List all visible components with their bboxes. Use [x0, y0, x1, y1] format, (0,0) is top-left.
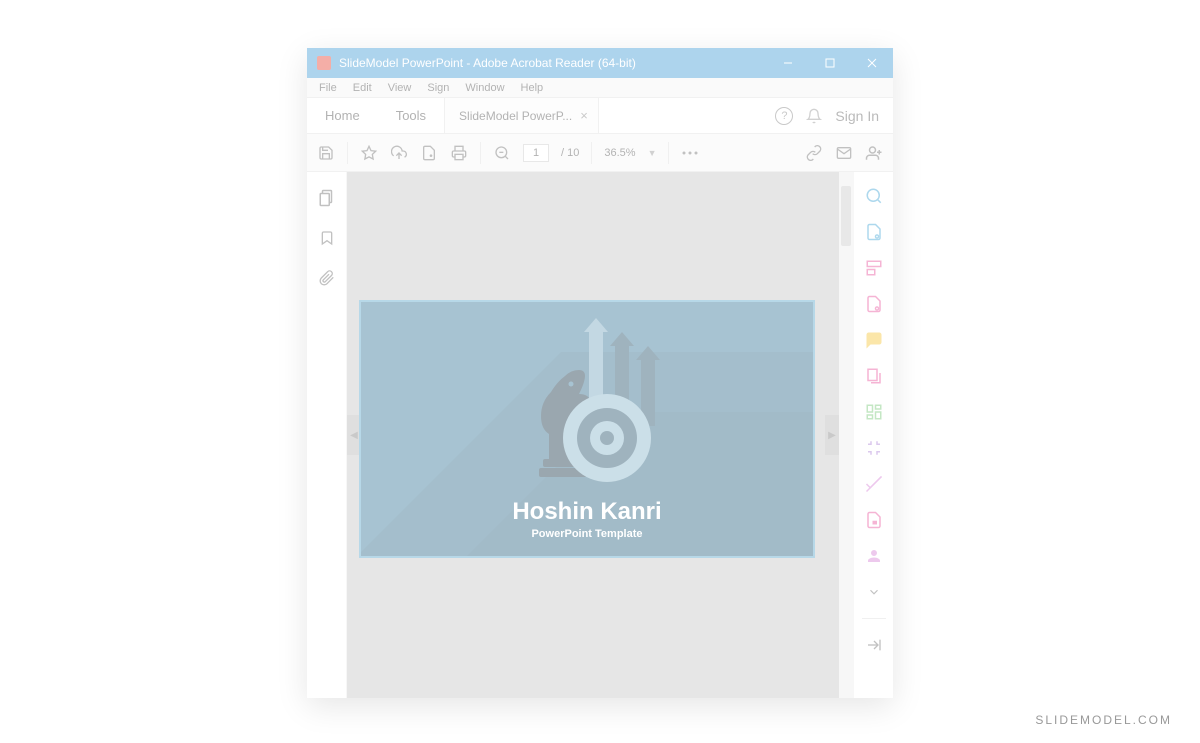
- app-window: SlideModel PowerPoint - Adobe Acrobat Re…: [307, 48, 893, 698]
- content-area: ◀ ▶ Hoshin Kanri PowerPoint Template: [307, 172, 893, 698]
- export-pdf-icon[interactable]: [864, 222, 884, 242]
- compress-icon[interactable]: [864, 438, 884, 458]
- page-lock-icon[interactable]: [420, 144, 438, 162]
- fill-sign-icon[interactable]: [864, 546, 884, 566]
- chevron-down-icon[interactable]: [864, 582, 884, 602]
- menu-help[interactable]: Help: [513, 82, 552, 94]
- pdf-file-icon: [317, 56, 331, 70]
- scroll-thumb[interactable]: [841, 186, 851, 246]
- slide-title: Hoshin Kanri: [361, 498, 813, 526]
- menubar: File Edit View Sign Window Help: [307, 78, 893, 98]
- link-icon[interactable]: [805, 144, 823, 162]
- cloud-upload-icon[interactable]: [390, 144, 408, 162]
- close-tab-icon[interactable]: ×: [580, 108, 588, 123]
- more-icon[interactable]: [681, 144, 699, 162]
- save-icon[interactable]: [317, 144, 335, 162]
- toolbar: / 10 36.5% ▼: [307, 134, 893, 172]
- menu-window[interactable]: Window: [457, 82, 512, 94]
- menu-file[interactable]: File: [311, 82, 345, 94]
- minimize-button[interactable]: [767, 48, 809, 78]
- menu-sign[interactable]: Sign: [419, 82, 457, 94]
- redact-icon[interactable]: [864, 474, 884, 494]
- zoom-dropdown-icon[interactable]: ▼: [648, 148, 657, 158]
- star-icon[interactable]: [360, 144, 378, 162]
- zoom-out-icon[interactable]: [493, 144, 511, 162]
- bookmark-icon[interactable]: [317, 228, 337, 248]
- thumbnails-icon[interactable]: [317, 188, 337, 208]
- target-icon: [563, 394, 651, 482]
- create-pdf-icon[interactable]: [864, 294, 884, 314]
- close-button[interactable]: [851, 48, 893, 78]
- next-page-button[interactable]: ▶: [825, 415, 839, 455]
- slide-subtitle: PowerPoint Template: [361, 528, 813, 540]
- maximize-button[interactable]: [809, 48, 851, 78]
- protect-icon[interactable]: [864, 510, 884, 530]
- zoom-level[interactable]: 36.5%: [604, 147, 635, 159]
- tab-tools[interactable]: Tools: [378, 98, 444, 133]
- tab-home[interactable]: Home: [307, 98, 378, 133]
- edit-pdf-icon[interactable]: [864, 258, 884, 278]
- window-title: SlideModel PowerPoint - Adobe Acrobat Re…: [339, 56, 767, 70]
- print-icon[interactable]: [450, 144, 468, 162]
- collapse-panel-icon[interactable]: [864, 635, 884, 655]
- bell-icon[interactable]: [805, 107, 823, 125]
- menu-edit[interactable]: Edit: [345, 82, 380, 94]
- left-sidebar: [307, 172, 347, 698]
- tabbar: Home Tools SlideModel PowerP... × ? Sign…: [307, 98, 893, 134]
- mail-icon[interactable]: [835, 144, 853, 162]
- tab-document-label: SlideModel PowerP...: [459, 109, 572, 123]
- combine-files-icon[interactable]: [864, 366, 884, 386]
- organize-icon[interactable]: [864, 402, 884, 422]
- sign-in-button[interactable]: Sign In: [835, 108, 879, 124]
- attachment-icon[interactable]: [317, 268, 337, 288]
- menu-view[interactable]: View: [380, 82, 420, 94]
- right-sidebar: [853, 172, 893, 698]
- page-number-input[interactable]: [523, 144, 549, 162]
- watermark: SLIDEMODEL.COM: [1035, 713, 1172, 727]
- page-total: / 10: [561, 147, 579, 159]
- document-viewer[interactable]: ◀ ▶ Hoshin Kanri PowerPoint Template: [347, 172, 853, 698]
- help-icon[interactable]: ?: [775, 107, 793, 125]
- scrollbar[interactable]: [839, 172, 853, 698]
- search-icon[interactable]: [864, 186, 884, 206]
- slide-content: Hoshin Kanri PowerPoint Template: [359, 300, 815, 558]
- tab-document[interactable]: SlideModel PowerP... ×: [444, 98, 599, 133]
- comment-icon[interactable]: [864, 330, 884, 350]
- titlebar: SlideModel PowerPoint - Adobe Acrobat Re…: [307, 48, 893, 78]
- user-add-icon[interactable]: [865, 144, 883, 162]
